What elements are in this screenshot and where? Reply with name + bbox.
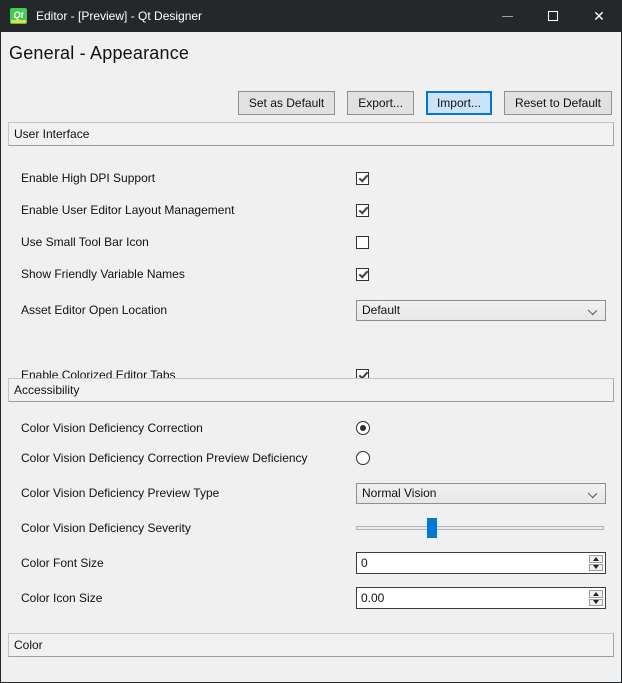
asset-editor-open-location-select[interactable]: Default (356, 300, 606, 321)
setting-row: Enable High DPI Support (1, 165, 621, 191)
minimize-button[interactable] (484, 0, 530, 32)
setting-label: Color Vision Deficiency Preview Type (21, 486, 219, 500)
enable-high-dpi-checkbox[interactable] (356, 172, 369, 185)
cvd-correction-preview-deficiency-radio[interactable] (356, 451, 370, 465)
qt-logo-icon: Qt (10, 8, 27, 24)
close-icon: ✕ (593, 9, 605, 23)
enable-user-editor-layout-checkbox[interactable] (356, 204, 369, 217)
section-title: User Interface (14, 127, 89, 141)
arrow-up-icon (593, 557, 599, 561)
spinbox-buttons (588, 589, 604, 607)
chevron-down-icon (588, 488, 597, 497)
setting-row: Color Vision Deficiency Severity (1, 517, 621, 539)
action-button-row: Set as Default Export... Import... Reset… (1, 91, 612, 115)
section-title: Color (14, 638, 43, 652)
setting-label: Show Friendly Variable Names (21, 267, 185, 281)
spinbox-value: 0.00 (357, 591, 384, 605)
selected-option: Default (362, 303, 400, 317)
page-title: General - Appearance (9, 43, 189, 64)
setting-row: Color Icon Size 0.00 (1, 587, 621, 609)
setting-label: Color Font Size (21, 556, 104, 570)
reset-to-default-button[interactable]: Reset to Default (504, 91, 612, 115)
minimize-icon (502, 16, 513, 17)
cvd-correction-radio[interactable] (356, 421, 370, 435)
titlebar: Qt Editor - [Preview] - Qt Designer ✕ (0, 0, 622, 32)
section-header-color: Color (8, 633, 614, 657)
arrow-down-icon (593, 565, 599, 569)
qt-designer-preview-window: Qt Editor - [Preview] - Qt Designer ✕ Ge… (0, 0, 622, 683)
window-title: Editor - [Preview] - Qt Designer (36, 9, 484, 23)
setting-label: Enable User Editor Layout Management (21, 203, 234, 217)
spinbox-buttons (588, 554, 604, 572)
setting-row: Asset Editor Open Location Default (1, 298, 621, 322)
selected-option: Normal Vision (362, 486, 436, 500)
section-header-user-interface: User Interface (8, 122, 614, 146)
chevron-down-icon (588, 305, 597, 314)
use-small-toolbar-icon-checkbox[interactable] (356, 236, 369, 249)
set-as-default-button[interactable]: Set as Default (238, 91, 335, 115)
setting-row: Enable User Editor Layout Management (1, 197, 621, 223)
section-title: Accessibility (14, 383, 79, 397)
setting-row: Color Vision Deficiency Preview Type Nor… (1, 481, 621, 505)
color-font-size-spinbox[interactable]: 0 (356, 552, 606, 574)
setting-label: Use Small Tool Bar Icon (21, 235, 149, 249)
setting-label: Color Icon Size (21, 591, 102, 605)
qt-logo-text: Qt (14, 11, 24, 20)
maximize-button[interactable] (530, 0, 576, 32)
settings-page: General - Appearance Set as Default Expo… (1, 32, 621, 682)
cvd-preview-type-select[interactable]: Normal Vision (356, 483, 606, 504)
setting-row: Color Vision Deficiency Correction Previ… (1, 445, 621, 471)
close-button[interactable]: ✕ (576, 0, 622, 32)
setting-row: Show Friendly Variable Names (1, 261, 621, 287)
setting-label: Color Vision Deficiency Correction (21, 421, 203, 435)
setting-label: Color Vision Deficiency Severity (21, 521, 191, 535)
setting-row: Color Font Size 0 (1, 552, 621, 574)
spin-up-button[interactable] (589, 555, 603, 563)
maximize-icon (548, 11, 558, 21)
arrow-up-icon (593, 592, 599, 596)
slider-track[interactable] (356, 526, 604, 530)
setting-row: Color Vision Deficiency Correction (1, 415, 621, 441)
spin-down-button[interactable] (589, 599, 603, 607)
spin-down-button[interactable] (589, 564, 603, 572)
export-button[interactable]: Export... (347, 91, 414, 115)
spin-up-button[interactable] (589, 590, 603, 598)
setting-label: Asset Editor Open Location (21, 303, 167, 317)
show-friendly-variable-names-checkbox[interactable] (356, 268, 369, 281)
slider-handle[interactable] (427, 518, 437, 538)
setting-label: Color Vision Deficiency Correction Previ… (21, 451, 308, 465)
spinbox-value: 0 (357, 556, 368, 570)
setting-row: Use Small Tool Bar Icon (1, 229, 621, 255)
arrow-down-icon (593, 600, 599, 604)
color-icon-size-spinbox[interactable]: 0.00 (356, 587, 606, 609)
section-header-accessibility: Accessibility (8, 378, 614, 402)
cvd-severity-slider[interactable] (356, 518, 606, 538)
import-button[interactable]: Import... (426, 91, 492, 115)
setting-label: Enable High DPI Support (21, 171, 155, 185)
